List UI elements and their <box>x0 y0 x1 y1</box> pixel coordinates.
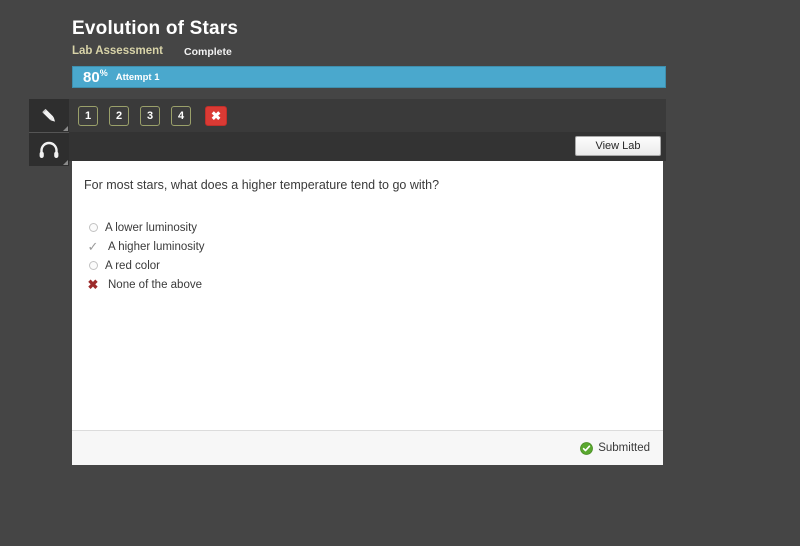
question-panel: For most stars, what does a higher tempe… <box>72 161 663 465</box>
assessment-type-label: Lab Assessment <box>72 45 163 57</box>
answer-option-label: A higher luminosity <box>108 240 205 253</box>
headphones-icon <box>39 141 59 158</box>
question-number-nav: 1 2 3 4 ✖ <box>69 99 666 132</box>
status-label: Submitted <box>598 442 650 454</box>
close-assessment-button[interactable]: ✖ <box>205 105 227 126</box>
score-percent-sign: % <box>99 68 108 78</box>
pencil-icon <box>42 108 56 122</box>
option-marker-incorrect: ✖ <box>83 278 103 291</box>
radio-button-icon <box>88 261 98 270</box>
radio-button-icon <box>88 223 98 232</box>
answer-options-list: A lower luminosity ✓ A higher luminosity… <box>83 218 663 294</box>
question-number-button-3[interactable]: 3 <box>140 105 160 126</box>
attempt-label: Attempt 1 <box>115 71 160 83</box>
answer-option-row[interactable]: ✖ None of the above <box>83 275 663 294</box>
page-title: Evolution of Stars <box>72 18 239 39</box>
question-prompt: For most stars, what does a higher tempe… <box>84 178 440 192</box>
assessment-header: Evolution of Stars Lab Assessment Comple… <box>72 18 672 59</box>
view-lab-button[interactable]: View Lab <box>575 136 661 156</box>
assessment-status-label: Complete <box>184 46 232 58</box>
status-badge: Submitted <box>580 441 650 455</box>
answer-option-label: A red color <box>105 259 160 272</box>
tool-corner-indicator <box>63 126 68 131</box>
assessment-meta: Lab Assessment Complete <box>72 45 672 59</box>
answer-option-row[interactable]: A red color <box>83 256 663 275</box>
option-marker-unselected <box>83 223 103 232</box>
option-marker-unselected <box>83 261 103 270</box>
answer-option-label: None of the above <box>108 278 202 291</box>
green-check-circle-icon <box>580 441 594 455</box>
check-icon: ✓ <box>87 239 99 254</box>
audio-tool-button[interactable] <box>29 133 69 166</box>
lab-toolbar: View Lab <box>69 132 666 161</box>
question-number-button-1[interactable]: 1 <box>78 105 98 126</box>
option-marker-selected: ✓ <box>83 240 103 253</box>
question-panel-footer: Submitted <box>72 430 663 465</box>
cross-icon: ✖ <box>87 277 99 292</box>
annotate-tool-button[interactable] <box>29 99 69 133</box>
question-number-button-4[interactable]: 4 <box>171 105 191 126</box>
score-progress-bar: 80% Attempt 1 <box>72 66 666 88</box>
question-number-button-2[interactable]: 2 <box>109 105 129 126</box>
score-value: 80% <box>83 68 108 86</box>
answer-option-label: A lower luminosity <box>105 221 198 234</box>
answer-option-row[interactable]: ✓ A higher luminosity <box>83 237 663 256</box>
tool-rail <box>29 99 69 166</box>
answer-option-row[interactable]: A lower luminosity <box>83 218 663 237</box>
tool-corner-indicator <box>63 160 68 165</box>
